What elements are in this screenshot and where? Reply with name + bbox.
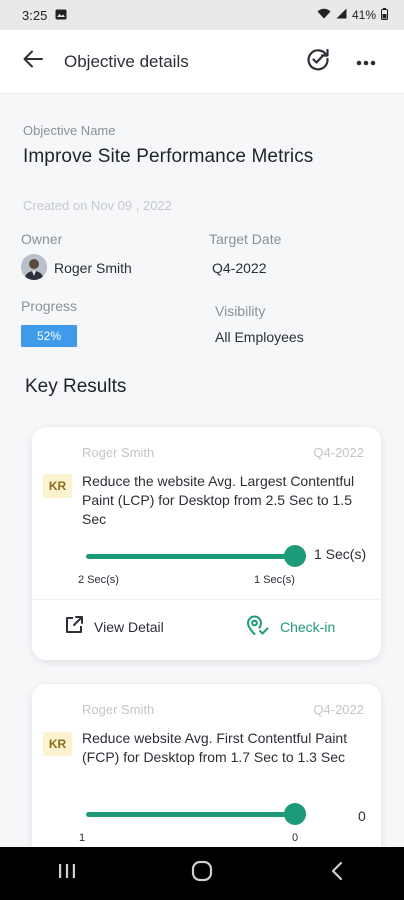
external-link-icon bbox=[64, 615, 84, 638]
view-detail-button[interactable]: View Detail bbox=[64, 615, 164, 638]
gallery-icon bbox=[55, 8, 67, 23]
home-icon bbox=[191, 860, 213, 887]
objective-name: Improve Site Performance Metrics bbox=[23, 146, 314, 167]
back-button[interactable] bbox=[18, 47, 48, 77]
avatar bbox=[21, 254, 47, 280]
location-check-icon bbox=[246, 614, 270, 639]
kr-current-value: 1 Sec(s) bbox=[314, 546, 367, 562]
refresh-check-icon bbox=[305, 46, 331, 77]
visibility-value: All Employees bbox=[215, 329, 304, 345]
arrow-left-icon bbox=[23, 50, 43, 73]
more-horizontal-icon bbox=[356, 53, 376, 71]
key-result-card[interactable]: Roger Smith Q4-2022 KR Reduce website Av… bbox=[32, 684, 381, 847]
kr-badge: KR bbox=[43, 732, 72, 756]
kr-progress-slider[interactable] bbox=[86, 545, 306, 567]
objective-content[interactable]: Objective Name Improve Site Performance … bbox=[0, 94, 404, 847]
signal-icon bbox=[336, 8, 347, 22]
kr-start-value: 1 bbox=[79, 832, 86, 844]
check-in-label: Check-in bbox=[280, 618, 336, 635]
kr-target-value: 1 Sec(s) bbox=[254, 574, 295, 586]
owner-label: Owner bbox=[21, 231, 63, 247]
slider-thumb[interactable] bbox=[284, 545, 306, 567]
key-results-title: Key Results bbox=[25, 376, 127, 397]
more-button[interactable] bbox=[346, 42, 386, 82]
progress-badge: 52% bbox=[21, 325, 77, 347]
view-detail-label: View Detail bbox=[94, 618, 164, 635]
system-nav-bar bbox=[0, 847, 404, 900]
kr-progress-slider[interactable] bbox=[86, 803, 306, 825]
kr-period: Q4-2022 bbox=[313, 445, 364, 460]
page-title: Objective details bbox=[64, 51, 189, 71]
kr-target-value: 0 bbox=[292, 832, 299, 844]
status-right: 41% bbox=[317, 7, 388, 23]
slider-thumb[interactable] bbox=[284, 803, 306, 825]
recent-apps-button[interactable] bbox=[37, 854, 97, 894]
card-divider bbox=[32, 599, 381, 600]
visibility-label: Visibility bbox=[215, 303, 266, 319]
kr-title: Reduce the website Avg. Largest Contentf… bbox=[82, 473, 355, 527]
kr-owner: Roger Smith bbox=[82, 445, 155, 460]
status-bar: 3:25 41% bbox=[0, 0, 404, 30]
wifi-icon bbox=[317, 8, 331, 22]
chevron-left-icon bbox=[331, 861, 343, 886]
created-date: Created on Nov 09 , 2022 bbox=[23, 198, 172, 213]
battery-percent: 41% bbox=[351, 8, 376, 22]
status-left: 3:25 bbox=[22, 8, 67, 23]
kr-start-value: 2 Sec(s) bbox=[78, 574, 119, 586]
app-header: Objective details bbox=[0, 30, 404, 94]
check-in-button[interactable]: Check-in bbox=[246, 614, 335, 639]
system-back-button[interactable] bbox=[307, 854, 367, 894]
kr-owner: Roger Smith bbox=[82, 702, 155, 717]
owner-name: Roger Smith bbox=[54, 260, 132, 276]
status-time: 3:25 bbox=[22, 7, 48, 23]
kr-current-value: 0 bbox=[358, 808, 366, 824]
key-result-card[interactable]: Roger Smith Q4-2022 KR Reduce the websit… bbox=[32, 427, 381, 660]
recent-apps-icon bbox=[58, 863, 76, 884]
progress-label: Progress bbox=[21, 298, 78, 314]
kr-title: Reduce website Avg. First Contentful Pai… bbox=[82, 730, 348, 765]
target-date-label: Target Date bbox=[209, 231, 282, 247]
kr-badge: KR bbox=[43, 474, 72, 498]
kr-period: Q4-2022 bbox=[313, 702, 364, 717]
home-button[interactable] bbox=[172, 854, 232, 894]
objective-name-label: Objective Name bbox=[23, 123, 116, 138]
battery-icon bbox=[381, 7, 388, 23]
refresh-button[interactable] bbox=[298, 42, 338, 82]
target-date-value: Q4-2022 bbox=[212, 260, 267, 276]
